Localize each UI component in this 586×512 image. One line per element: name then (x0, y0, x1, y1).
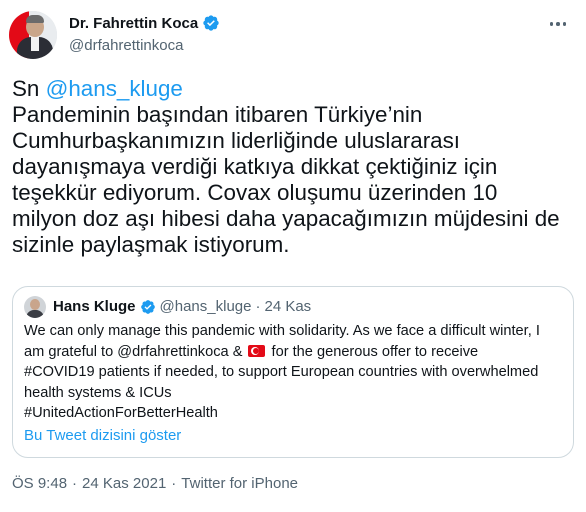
quoted-line: #COVID19 patients if needed, to support … (24, 364, 539, 381)
tweet: Dr. Fahrettin Koca @drfahrettinkoca Sn @… (0, 0, 586, 512)
tweet-date[interactable]: 24 Kas 2021 (82, 475, 166, 492)
separator-dot: · (171, 475, 177, 492)
more-options-icon[interactable] (546, 14, 570, 34)
quoted-line: #UnitedActionForBetterHealth (24, 405, 218, 422)
verified-badge-icon (203, 15, 219, 31)
quoted-line: We can only manage this pandemic with so… (24, 323, 540, 339)
quoted-tweet-text: We can only manage this pandemic with so… (24, 321, 569, 424)
author-avatar[interactable] (9, 11, 57, 59)
tweet-text: Sn @hans_kluge Pandeminin başından itiba… (12, 76, 582, 258)
quoted-tweet[interactable]: Hans Kluge @hans_kluge · 24 Kas We can o… (12, 286, 574, 458)
show-thread-link[interactable]: Bu Tweet dizisini göster (24, 427, 181, 444)
author-name-row: Dr. Fahrettin Koca (69, 14, 220, 32)
quoted-line: am grateful to @drfahrettinkoca & for th… (24, 342, 569, 363)
author-name[interactable]: Dr. Fahrettin Koca (69, 15, 198, 32)
quoted-author-avatar[interactable] (24, 296, 46, 318)
tweet-line: Cumhurbaşkanımızın liderliğinde uluslara… (12, 128, 461, 153)
tweet-line: sizinle paylaşmak istiyorum. (12, 232, 290, 257)
tweet-line: Pandeminin başından itibaren Türkiye’nin (12, 102, 423, 127)
tweet-time[interactable]: ÖS 9:48 (12, 475, 67, 492)
separator-dot: · (72, 475, 78, 492)
tweet-line: milyon doz aşı hibesi daha yapacağımızın… (12, 206, 560, 231)
verified-badge-icon (140, 299, 155, 314)
quoted-author-name[interactable]: Hans Kluge (53, 298, 136, 315)
author-handle[interactable]: @drfahrettinkoca (69, 37, 183, 54)
tweet-prefix: Sn (12, 76, 46, 101)
tweet-first-line: Sn @hans_kluge (12, 76, 582, 102)
tweet-line: teşekkür ediyorum. Covax oluşumu üzerind… (12, 180, 498, 205)
separator-dot: · (255, 298, 261, 315)
quoted-author-handle[interactable]: @hans_kluge (160, 298, 252, 315)
tweet-meta: ÖS 9:48 · 24 Kas 2021 · Twitter for iPho… (12, 475, 298, 492)
quoted-tweet-header: Hans Kluge @hans_kluge · 24 Kas (53, 298, 311, 315)
tweet-source[interactable]: Twitter for iPhone (181, 475, 298, 492)
quoted-line-part: for the generous offer to receive (267, 343, 479, 360)
quoted-tweet-date[interactable]: 24 Kas (264, 298, 311, 315)
quoted-line: health systems & ICUs (24, 384, 172, 401)
turkey-flag-icon (248, 344, 266, 357)
quoted-line-part: am grateful to @drfahrettinkoca & (24, 343, 247, 360)
tweet-line: dayanışmaya verdiği katkıya dikkat çekti… (12, 154, 498, 179)
mention-link[interactable]: @hans_kluge (46, 76, 183, 101)
